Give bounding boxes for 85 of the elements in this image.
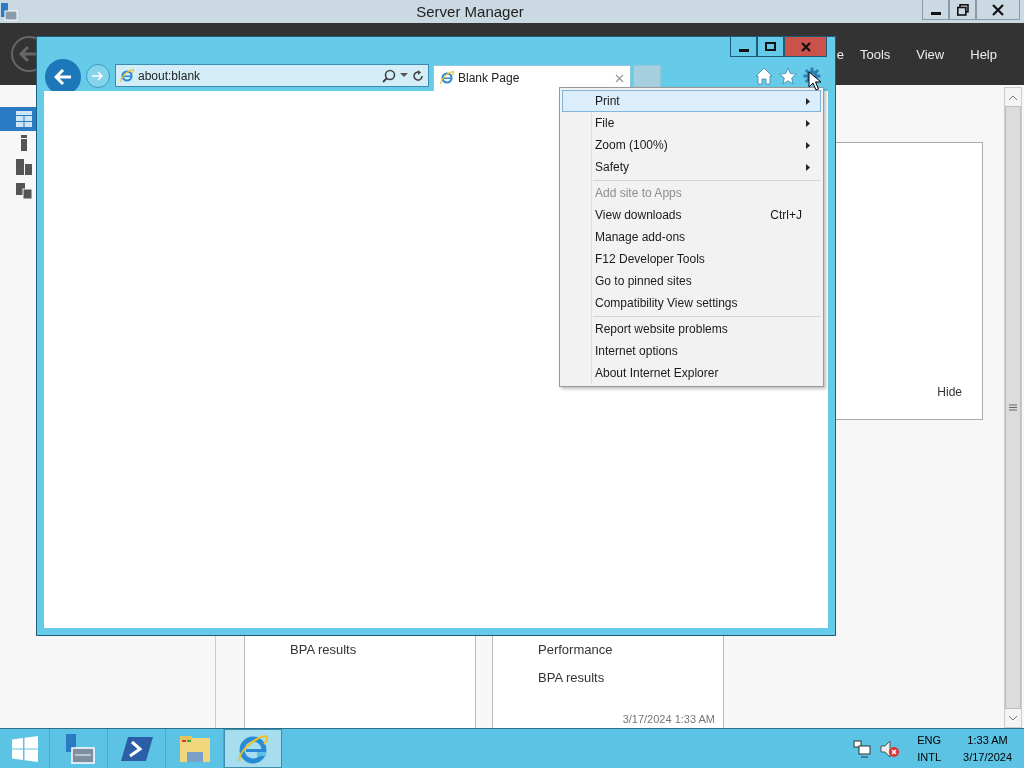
restore-button[interactable]	[949, 0, 976, 20]
group-icon	[16, 183, 32, 199]
submenu-arrow-icon	[806, 141, 810, 149]
window-title: Server Manager	[415, 3, 525, 20]
forward-button[interactable]	[86, 63, 110, 88]
menu-item-label: Safety	[595, 160, 631, 174]
menu-item[interactable]: Tools	[846, 46, 904, 62]
close-icon	[992, 3, 1004, 16]
submenu-arrow-icon	[806, 97, 810, 105]
scroll-up-icon[interactable]	[1009, 94, 1017, 100]
menu-item[interactable]: View downloads Ctrl+J	[562, 204, 821, 226]
menu-item-label: Compatibility View settings	[595, 296, 739, 310]
clock-time: 1:33 AM	[967, 732, 1008, 748]
menu-item[interactable]: Help	[957, 46, 1010, 62]
submenu-arrow-icon	[806, 163, 810, 171]
maximize-icon	[765, 42, 776, 51]
menu-item[interactable]: Manage add-ons	[562, 226, 821, 248]
close-icon	[800, 41, 811, 52]
maximize-button[interactable]	[757, 37, 784, 57]
keyboard-layout: INTL	[917, 749, 942, 765]
network-icon[interactable]	[853, 739, 872, 758]
back-arrow-icon	[54, 68, 72, 85]
menu-item[interactable]: About Internet Explorer	[562, 362, 821, 384]
menu-item-label: About Internet Explorer	[595, 366, 720, 380]
menu-item-label: File	[595, 116, 616, 130]
menu-item[interactable]: Internet options	[562, 340, 821, 362]
menu-item[interactable]: View	[903, 46, 958, 62]
shortcut-label: Ctrl+J	[770, 208, 802, 222]
windows-logo-icon	[11, 735, 38, 762]
taskbar-button[interactable]	[224, 729, 282, 768]
minimize-icon	[930, 11, 941, 15]
submenu-arrow-icon	[806, 119, 810, 127]
card-link[interactable]: BPA results	[290, 639, 475, 661]
search-icon[interactable]	[382, 68, 396, 83]
scroll-down-icon[interactable]	[1009, 715, 1017, 721]
menu-item[interactable]: Zoom (100%)	[562, 134, 821, 156]
cursor-icon	[808, 71, 821, 91]
page-icon	[120, 67, 134, 84]
menu-item[interactable]: Report website problems	[562, 318, 821, 340]
menu-item-label: View downloads	[595, 208, 683, 222]
server-manager-icon	[0, 1, 18, 22]
muted-speaker-icon[interactable]	[879, 739, 900, 758]
menu-item[interactable]: Compatibility View settings	[562, 292, 821, 314]
menu-item[interactable]: Safety	[562, 156, 821, 178]
card-link[interactable]: Performance	[538, 639, 723, 661]
clock-date: 3/17/2024	[963, 749, 1012, 765]
minimize-icon	[738, 48, 749, 52]
page-icon	[440, 70, 454, 86]
menu-item[interactable]: Go to pinned sites	[562, 270, 821, 292]
close-tab-icon[interactable]	[615, 73, 624, 83]
minimize-button[interactable]	[730, 37, 757, 57]
menu-item-label: Zoom (100%)	[595, 138, 669, 152]
dashboard-icon	[16, 111, 32, 127]
browser-tab[interactable]: Blank Page	[433, 64, 631, 91]
card-link[interactable]: BPA results	[538, 667, 723, 689]
menu-item-label: Manage add-ons	[595, 230, 687, 244]
menu-item[interactable]: Print	[562, 90, 821, 112]
menu-item[interactable]: F12 Developer Tools	[562, 248, 821, 270]
address-bar[interactable]: about:blank	[115, 64, 429, 87]
language-indicator[interactable]: ENG INTL	[917, 731, 942, 766]
menu-item-label: Add site to Apps	[595, 186, 683, 200]
refresh-icon[interactable]	[412, 69, 424, 82]
close-button[interactable]	[976, 0, 1020, 20]
menu-item-label: Go to pinned sites	[595, 274, 693, 288]
dropdown-caret-icon[interactable]	[400, 73, 408, 78]
grip-icon	[1009, 404, 1017, 411]
menu-item-label: Internet options	[595, 344, 679, 358]
minimize-button[interactable]	[922, 0, 949, 20]
menu-item-label: Report website problems	[595, 322, 729, 336]
restore-icon	[956, 3, 969, 16]
forward-arrow-icon	[92, 70, 104, 81]
servers-icon	[16, 159, 32, 175]
menu-item-label: F12 Developer Tools	[595, 252, 706, 266]
browser-icon	[237, 732, 269, 765]
menu-item-label: Print	[595, 94, 621, 108]
menu-item[interactable]: e	[836, 46, 844, 62]
language-code: ENG	[917, 732, 942, 748]
star-icon[interactable]	[779, 66, 797, 85]
nav-item[interactable]	[0, 107, 36, 131]
home-icon[interactable]	[755, 66, 773, 85]
menu-item[interactable]: File	[562, 112, 821, 134]
hide-link[interactable]: Hide	[937, 385, 962, 399]
timestamp: 3/17/2024 1:33 AM	[622, 713, 715, 725]
scrollbar[interactable]	[1004, 87, 1022, 728]
clock[interactable]: 1:33 AM 3/17/2024	[963, 731, 1012, 766]
